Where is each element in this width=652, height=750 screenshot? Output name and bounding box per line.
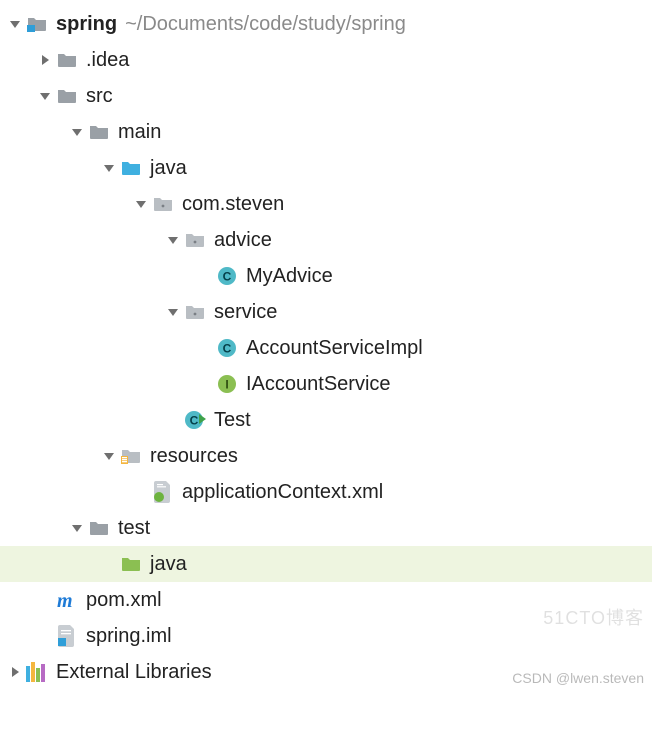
tree-row-myadvice[interactable]: MyAdvice bbox=[0, 258, 652, 294]
spring-config-icon bbox=[152, 481, 174, 503]
expand-arrow-icon[interactable] bbox=[164, 231, 182, 249]
node-label: main bbox=[118, 121, 161, 144]
tree-row-service[interactable]: service bbox=[0, 294, 652, 330]
node-label: src bbox=[86, 85, 113, 108]
iml-icon bbox=[56, 625, 78, 647]
module-folder-icon bbox=[26, 13, 48, 35]
node-label: pom.xml bbox=[86, 589, 162, 612]
expand-arrow-icon[interactable] bbox=[6, 15, 24, 33]
tree-row-advice[interactable]: advice bbox=[0, 222, 652, 258]
project-path: ~/Documents/code/study/spring bbox=[125, 13, 406, 36]
expand-arrow-icon[interactable] bbox=[164, 303, 182, 321]
tree-row-java-main[interactable]: java bbox=[0, 150, 652, 186]
node-label: com.steven bbox=[182, 193, 284, 216]
folder-icon bbox=[88, 517, 110, 539]
tree-row-src[interactable]: src bbox=[0, 78, 652, 114]
folder-icon bbox=[56, 85, 78, 107]
tree-row-iaccount[interactable]: IAccountService bbox=[0, 366, 652, 402]
expand-arrow-icon[interactable] bbox=[68, 123, 86, 141]
expand-arrow-icon[interactable] bbox=[36, 87, 54, 105]
interface-icon bbox=[216, 373, 238, 395]
class-icon bbox=[216, 337, 238, 359]
node-label: spring.iml bbox=[86, 625, 172, 648]
tree-row-main[interactable]: main bbox=[0, 114, 652, 150]
node-label: .idea bbox=[86, 49, 129, 72]
package-icon bbox=[152, 193, 174, 215]
expand-arrow-icon[interactable] bbox=[100, 159, 118, 177]
tree-row-extlib[interactable]: External Libraries bbox=[0, 654, 652, 690]
source-folder-icon bbox=[120, 157, 142, 179]
folder-icon bbox=[56, 49, 78, 71]
tree-row-package[interactable]: com.steven bbox=[0, 186, 652, 222]
node-label: advice bbox=[214, 229, 272, 252]
tree-row-java-test[interactable]: java bbox=[0, 546, 652, 582]
node-label: Test bbox=[214, 409, 251, 432]
class-icon bbox=[216, 265, 238, 287]
test-folder-icon bbox=[120, 553, 142, 575]
tree-row-accountimpl[interactable]: AccountServiceImpl bbox=[0, 330, 652, 366]
maven-icon bbox=[56, 589, 78, 611]
node-label: AccountServiceImpl bbox=[246, 337, 423, 360]
expand-arrow-icon[interactable] bbox=[132, 195, 150, 213]
node-label: External Libraries bbox=[56, 661, 212, 684]
node-label: java bbox=[150, 157, 187, 180]
project-tree[interactable]: spring ~/Documents/code/study/spring .id… bbox=[0, 0, 652, 690]
node-label: IAccountService bbox=[246, 373, 391, 396]
expand-arrow-icon[interactable] bbox=[36, 51, 54, 69]
resources-folder-icon bbox=[120, 445, 142, 467]
node-label: service bbox=[214, 301, 277, 324]
tree-row-resources[interactable]: resources bbox=[0, 438, 652, 474]
tree-row-root[interactable]: spring ~/Documents/code/study/spring bbox=[0, 6, 652, 42]
tree-row-appctx[interactable]: applicationContext.xml bbox=[0, 474, 652, 510]
tree-row-test-dir[interactable]: test bbox=[0, 510, 652, 546]
node-label: java bbox=[150, 553, 187, 576]
node-label: applicationContext.xml bbox=[182, 481, 383, 504]
tree-row-test-class[interactable]: Test bbox=[0, 402, 652, 438]
package-icon bbox=[184, 229, 206, 251]
libraries-icon bbox=[26, 661, 48, 683]
expand-arrow-icon[interactable] bbox=[68, 519, 86, 537]
tree-row-iml[interactable]: spring.iml bbox=[0, 618, 652, 654]
expand-arrow-icon[interactable] bbox=[100, 447, 118, 465]
expand-arrow-icon[interactable] bbox=[6, 663, 24, 681]
runnable-class-icon bbox=[184, 409, 206, 431]
tree-row-idea[interactable]: .idea bbox=[0, 42, 652, 78]
package-icon bbox=[184, 301, 206, 323]
node-label: resources bbox=[150, 445, 238, 468]
node-label: MyAdvice bbox=[246, 265, 333, 288]
tree-row-pom[interactable]: pom.xml bbox=[0, 582, 652, 618]
node-label: spring bbox=[56, 13, 117, 36]
node-label: test bbox=[118, 517, 150, 540]
folder-icon bbox=[88, 121, 110, 143]
